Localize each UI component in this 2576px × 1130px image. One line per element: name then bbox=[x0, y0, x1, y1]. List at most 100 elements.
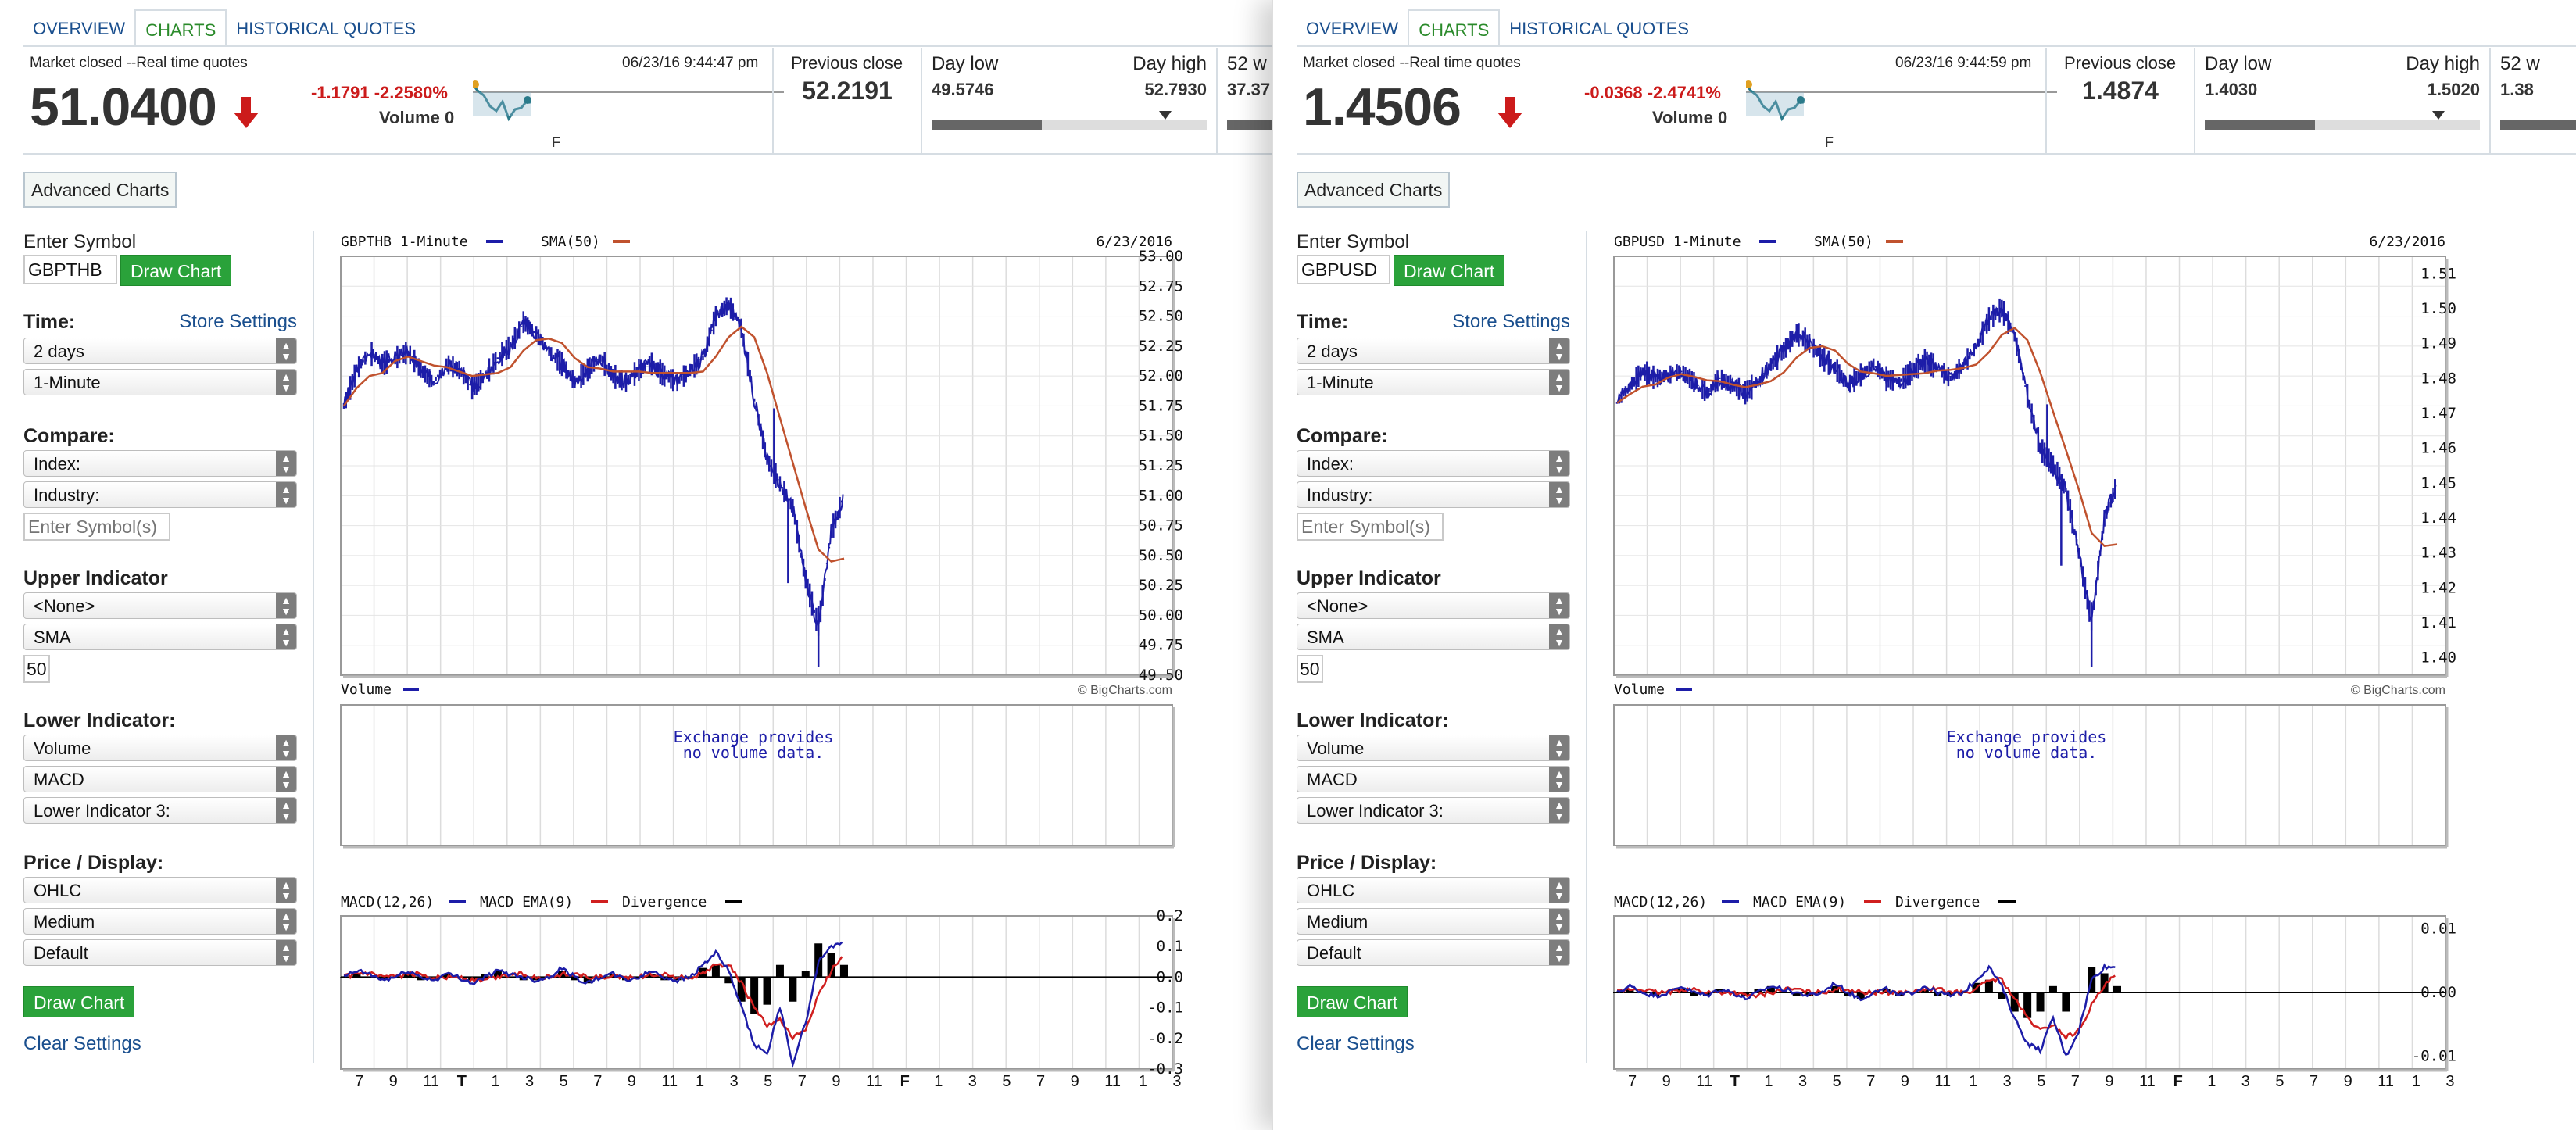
macd-y-tick: -0.2 bbox=[1147, 1030, 1183, 1047]
compare-index-select[interactable]: Index: ▲ ▼ bbox=[1297, 450, 1570, 477]
select-chevron-icon: ▲ ▼ bbox=[1549, 878, 1569, 903]
x-axis-label: 1 bbox=[491, 1073, 499, 1090]
price-y-tick: 50.50 bbox=[1139, 547, 1183, 564]
color-scheme-select[interactable]: Default ▲ ▼ bbox=[23, 939, 297, 966]
x-axis-label: 1 bbox=[1969, 1073, 1977, 1090]
x-axis-label: 5 bbox=[1002, 1073, 1011, 1090]
price-y-tick: 50.00 bbox=[1139, 606, 1183, 624]
previous-close-value: 1.4874 bbox=[2082, 77, 2159, 105]
store-settings-link[interactable]: Store Settings bbox=[179, 311, 297, 333]
draw-chart-button[interactable]: Draw Chart bbox=[1394, 255, 1505, 286]
last-price: 1.4506 bbox=[1303, 77, 1462, 137]
upper-indicator-select-1[interactable]: <None> ▲ ▼ bbox=[1297, 592, 1570, 619]
quote-timestamp: 06/23/16 9:44:47 pm bbox=[622, 55, 759, 71]
color-scheme-select[interactable]: Default ▲ ▼ bbox=[1297, 939, 1570, 966]
price-display-label: Price / Display: bbox=[23, 852, 164, 874]
previous-close-box: Previous close 52.2191 bbox=[772, 48, 921, 155]
intraday-sparkline bbox=[1744, 77, 2057, 180]
advanced-charts-button[interactable]: Advanced Charts bbox=[1297, 172, 1451, 208]
upper-indicator-select-2[interactable]: SMA ▲ ▼ bbox=[23, 624, 297, 650]
upper-indicator-param-input[interactable] bbox=[1297, 655, 1323, 683]
divergence-bar bbox=[340, 977, 348, 978]
lower-indicator-select-2[interactable]: MACD ▲ ▼ bbox=[23, 766, 297, 792]
compare-industry-select[interactable]: Industry: ▲ ▼ bbox=[23, 481, 297, 508]
draw-chart-button[interactable]: Draw Chart bbox=[120, 255, 232, 286]
divergence-bar bbox=[2048, 985, 2057, 992]
x-axis-label: 1 bbox=[1764, 1073, 1773, 1090]
lower-indicator-select-3-value: Lower Indicator 3: bbox=[1307, 801, 1444, 821]
x-axis-label: 5 bbox=[2275, 1073, 2284, 1090]
compare-industry-select-value: Industry: bbox=[1307, 485, 1373, 505]
sparkline-day-label: F bbox=[552, 134, 560, 150]
divergence-bar bbox=[789, 977, 797, 1002]
x-axis-label: 11 bbox=[2139, 1073, 2156, 1090]
week52-label: 52 w bbox=[1227, 53, 1267, 74]
lower-indicator-select-1[interactable]: Volume ▲ ▼ bbox=[23, 735, 297, 761]
lower-indicator-select-3[interactable]: Lower Indicator 3: ▲ ▼ bbox=[1297, 797, 1570, 824]
upper-indicator-param-input[interactable] bbox=[23, 655, 50, 683]
tab-historical-quotes[interactable]: HISTORICAL QUOTES bbox=[227, 9, 425, 47]
volume-chart-title: Volume bbox=[1614, 681, 1665, 698]
upper-indicator-select-1[interactable]: <None> ▲ ▼ bbox=[23, 592, 297, 619]
x-axis-label: 5 bbox=[1833, 1073, 1841, 1090]
divergence-bar bbox=[840, 964, 848, 978]
select-chevron-icon: ▲ ▼ bbox=[276, 451, 296, 476]
lower-indicator-select-2-value: MACD bbox=[34, 770, 84, 789]
x-axis-label: 7 bbox=[798, 1073, 807, 1090]
lower-indicator-select-3[interactable]: Lower Indicator 3: ▲ ▼ bbox=[23, 797, 297, 824]
price-y-tick: 51.75 bbox=[1139, 397, 1183, 414]
tab-charts[interactable]: CHARTS bbox=[1408, 9, 1501, 47]
tab-overview[interactable]: OVERVIEW bbox=[23, 9, 134, 47]
store-settings-link[interactable]: Store Settings bbox=[1452, 311, 1570, 333]
clear-settings-link[interactable]: Clear Settings bbox=[23, 1033, 141, 1055]
divergence-legend-label: Divergence bbox=[1895, 894, 1980, 910]
clear-settings-link[interactable]: Clear Settings bbox=[1297, 1033, 1415, 1055]
chart-size-select[interactable]: Medium ▲ ▼ bbox=[23, 908, 297, 935]
price-y-tick: 1.40 bbox=[2420, 649, 2456, 667]
x-axis-label: 9 bbox=[2105, 1073, 2113, 1090]
price-type-select[interactable]: OHLC ▲ ▼ bbox=[23, 877, 297, 903]
compare-label: Compare: bbox=[1297, 425, 1388, 447]
day-range-box: Day low 1.4030 Day high 1.5020 bbox=[2194, 48, 2489, 155]
screenshot: OVERVIEW CHARTS HISTORICAL QUOTES Market cl… bbox=[0, 0, 2576, 1130]
price-type-select[interactable]: OHLC ▲ ▼ bbox=[1297, 877, 1570, 903]
upper-indicator-select-1-value: <None> bbox=[1307, 596, 1368, 616]
time-interval-select[interactable]: 1-Minute ▲ ▼ bbox=[23, 369, 297, 395]
divergence-bar bbox=[1780, 992, 1788, 993]
time-range-select[interactable]: 2 days ▲ ▼ bbox=[1297, 338, 1570, 364]
tab-overview[interactable]: OVERVIEW bbox=[1297, 9, 1408, 47]
chart-svg: GBPTHB 1-Minute SMA(50) 6/23/201653.0052.7… bbox=[340, 234, 1183, 1090]
draw-chart-button-bottom[interactable]: Draw Chart bbox=[1297, 986, 1408, 1017]
symbol-input[interactable] bbox=[1297, 255, 1390, 284]
compare-symbols-input[interactable] bbox=[1297, 513, 1444, 541]
lower-indicator-select-1[interactable]: Volume ▲ ▼ bbox=[1297, 735, 1570, 761]
select-chevron-icon: ▲ ▼ bbox=[1549, 940, 1569, 965]
tab-historical-quotes[interactable]: HISTORICAL QUOTES bbox=[1500, 9, 1698, 47]
draw-chart-button-bottom[interactable]: Draw Chart bbox=[23, 986, 135, 1017]
time-interval-select[interactable]: 1-Minute ▲ ▼ bbox=[1297, 369, 1570, 395]
x-axis-label: 11 bbox=[423, 1073, 439, 1090]
price-y-tick: 1.50 bbox=[2420, 300, 2456, 317]
compare-index-select[interactable]: Index: ▲ ▼ bbox=[23, 450, 297, 477]
volume-text: Volume 0 bbox=[1652, 108, 1728, 127]
chart-area: GBPUSD 1-Minute SMA(50) 6/23/2016 1.51 1.50 1… bbox=[1611, 227, 2463, 1110]
price-y-tick: 50.25 bbox=[1139, 577, 1183, 594]
compare-industry-select[interactable]: Industry: ▲ ▼ bbox=[1297, 481, 1570, 508]
chart-size-select[interactable]: Medium ▲ ▼ bbox=[1297, 908, 1570, 935]
no-volume-note-line2: no volume data. bbox=[683, 743, 825, 762]
price-y-tick: 50.75 bbox=[1139, 517, 1183, 535]
upper-indicator-select-2[interactable]: SMA ▲ ▼ bbox=[1297, 624, 1570, 650]
advanced-charts-button[interactable]: Advanced Charts bbox=[23, 172, 177, 208]
tab-divider bbox=[23, 45, 1288, 47]
time-range-select[interactable]: 2 days ▲ ▼ bbox=[23, 338, 297, 364]
day-range-box: Day low 49.5746 Day high 52.7930 bbox=[921, 48, 1216, 155]
lower-indicator-select-2[interactable]: MACD ▲ ▼ bbox=[1297, 766, 1570, 792]
tab-charts[interactable]: CHARTS bbox=[134, 9, 227, 47]
price-type-select-value: OHLC bbox=[1307, 881, 1355, 900]
day-low-value: 49.5746 bbox=[932, 80, 994, 99]
compare-symbols-input[interactable] bbox=[23, 513, 170, 541]
select-chevron-icon: ▲ ▼ bbox=[1549, 593, 1569, 618]
symbol-input[interactable] bbox=[23, 255, 117, 284]
price-series bbox=[1615, 298, 2117, 667]
price-y-tick: 52.25 bbox=[1139, 338, 1183, 355]
